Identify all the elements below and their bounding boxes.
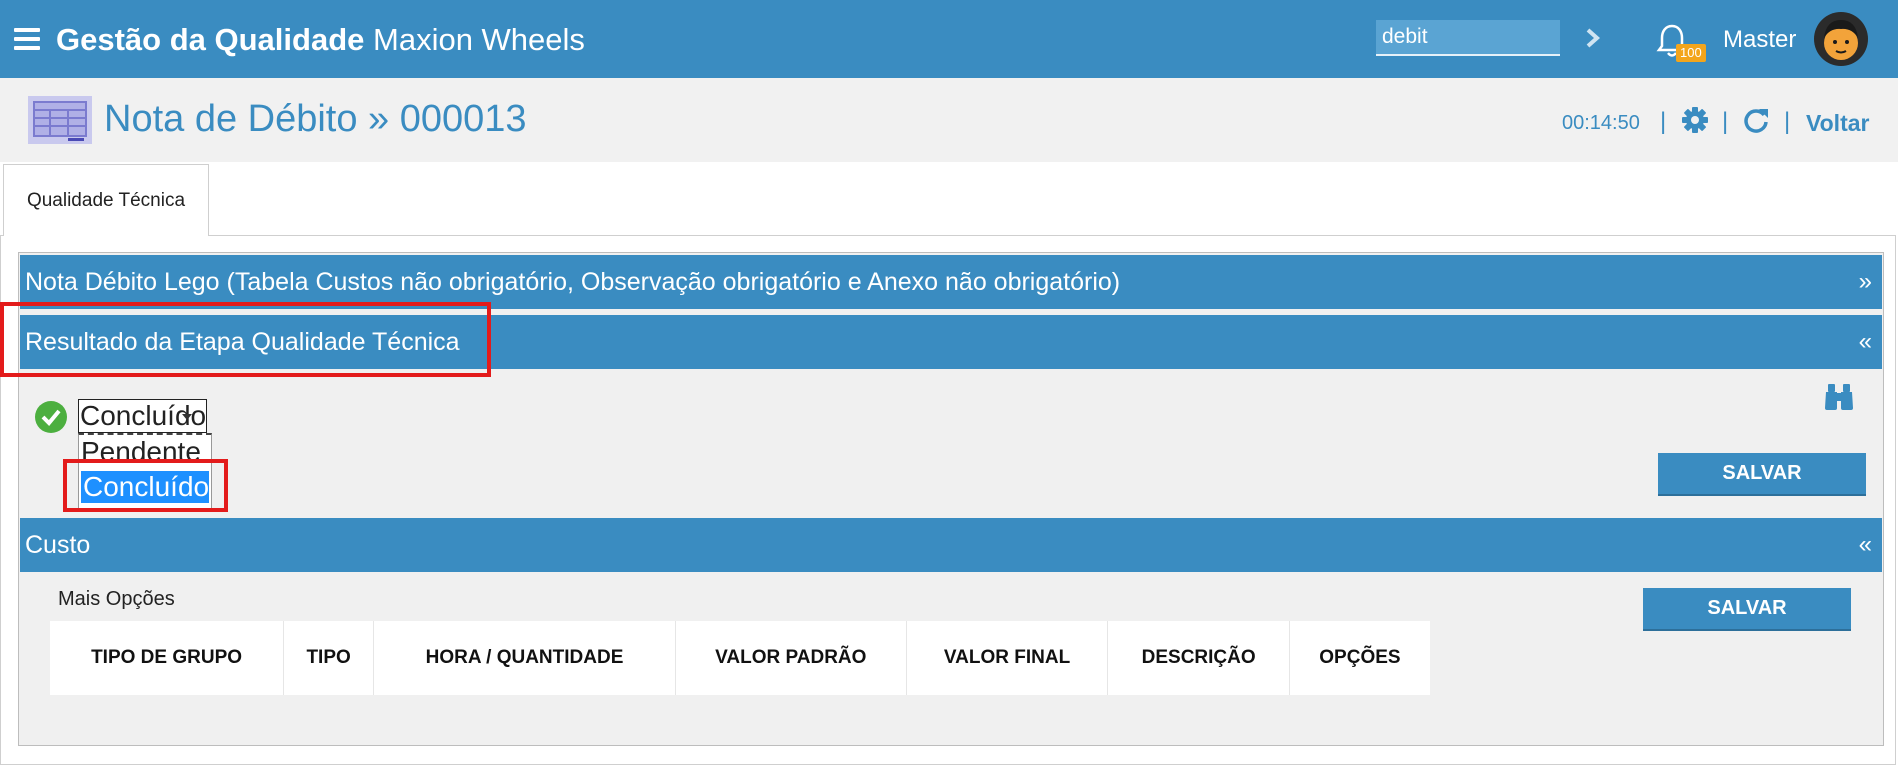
table-icon — [28, 96, 92, 144]
more-options-link[interactable]: Mais Opções — [58, 588, 175, 611]
section-custo[interactable]: Custo « — [20, 518, 1882, 572]
cost-table: TIPO DE GRUPO TIPO HORA / QUANTIDADE VAL… — [50, 621, 1430, 695]
section-title: Resultado da Etapa Qualidade Técnica — [25, 328, 460, 356]
column-header[interactable]: OPÇÕES — [1289, 621, 1430, 695]
collapse-icon[interactable]: « — [1859, 518, 1872, 572]
gear-icon[interactable] — [1681, 106, 1709, 134]
back-link[interactable]: Voltar — [1806, 110, 1869, 137]
app-title-rest: Maxion Wheels — [373, 22, 585, 57]
section-nota-debito[interactable]: Nota Débito Lego (Tabela Custos não obri… — [20, 255, 1882, 309]
top-bar: Gestão da Qualidade Maxion Wheels 100 Ma… — [0, 0, 1898, 78]
option-pendente[interactable]: Pendente — [79, 435, 211, 469]
column-header[interactable]: HORA / QUANTIDADE — [373, 621, 676, 695]
column-header[interactable]: TIPO — [283, 621, 375, 695]
tab-qualidade-tecnica[interactable]: Qualidade Técnica — [3, 164, 209, 236]
notification-badge: 100 — [1676, 44, 1706, 62]
column-header[interactable]: DESCRIÇÃO — [1107, 621, 1290, 695]
save-button-custo[interactable]: SALVAR — [1643, 588, 1851, 631]
page-title: Nota de Débito » 000013 — [104, 98, 527, 140]
menu-icon[interactable] — [14, 28, 40, 50]
user-name[interactable]: Master — [1723, 26, 1796, 54]
search-input[interactable] — [1376, 20, 1560, 56]
expand-icon[interactable]: » — [1859, 255, 1872, 309]
check-circle-icon — [35, 401, 67, 433]
page-header: Nota de Débito » 000013 00:14:50 | | | V… — [0, 78, 1898, 162]
status-dropdown: Pendente Concluído — [78, 433, 212, 509]
section-title: Nota Débito Lego (Tabela Custos não obri… — [25, 268, 1121, 296]
separator: | — [1722, 108, 1729, 135]
section-resultado[interactable]: Resultado da Etapa Qualidade Técnica « — [20, 315, 1882, 369]
separator: | — [1660, 108, 1667, 135]
chevron-right-icon[interactable] — [1578, 22, 1608, 54]
app-title: Gestão da Qualidade Maxion Wheels — [56, 22, 585, 58]
column-header[interactable]: TIPO DE GRUPO — [50, 621, 285, 695]
refresh-icon[interactable] — [1742, 106, 1770, 134]
binoculars-icon[interactable] — [1824, 384, 1854, 410]
column-header[interactable]: VALOR FINAL — [906, 621, 1109, 695]
section-title: Custo — [25, 531, 91, 559]
collapse-icon[interactable]: « — [1859, 315, 1872, 369]
avatar[interactable] — [1814, 12, 1868, 66]
status-select[interactable]: Concluído — [78, 399, 207, 433]
separator: | — [1784, 108, 1791, 135]
save-button-resultado[interactable]: SALVAR — [1658, 453, 1866, 496]
table-header-row: TIPO DE GRUPO TIPO HORA / QUANTIDADE VAL… — [50, 621, 1430, 695]
app-title-bold: Gestão da Qualidade — [56, 22, 365, 57]
column-header[interactable]: VALOR PADRÃO — [675, 621, 907, 695]
chevron-down-icon — [182, 414, 192, 420]
session-timer: 00:14:50 — [1562, 112, 1640, 134]
option-concluido[interactable]: Concluído — [81, 471, 209, 503]
